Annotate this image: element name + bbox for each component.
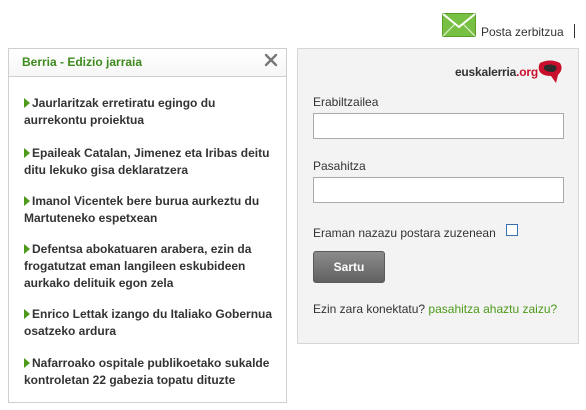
news-item[interactable]: Defentsa abokatuaren arabera, ezin da fr… bbox=[24, 241, 274, 292]
remember-label: Eraman nazazu postara zuzenean bbox=[313, 226, 496, 240]
news-item[interactable]: Jaurlaritzak erretiratu egingo du aurrek… bbox=[24, 95, 274, 129]
news-link[interactable]: Defentsa abokatuaren arabera, ezin da fr… bbox=[24, 242, 251, 290]
top-bar: Posta zerbitzua bbox=[0, 0, 586, 46]
news-title: Berria - Edizio jarraia bbox=[22, 55, 143, 69]
logo-tld: .org bbox=[516, 65, 538, 79]
news-link[interactable]: Jaurlaritzak erretiratu egingo du aurrek… bbox=[24, 96, 215, 127]
separator bbox=[574, 24, 575, 38]
forgot-password-line: Ezin zara konektatu? pasahitza ahaztu za… bbox=[313, 302, 557, 316]
login-panel: euskalerria.org Erabiltzailea Pasahitza … bbox=[297, 48, 579, 344]
logo-name: euskalerria bbox=[454, 65, 517, 79]
forgot-prefix: Ezin zara konektatu? bbox=[313, 302, 426, 316]
forgot-password-link[interactable]: pasahitza ahaztu zaizu? bbox=[428, 302, 557, 316]
arrow-bullet-icon bbox=[24, 196, 30, 206]
news-link[interactable]: Imanol Vicentek bere burua aurkeztu du M… bbox=[24, 194, 259, 225]
news-panel: Berria - Edizio jarraia Jaurlaritzak err… bbox=[8, 48, 287, 403]
map-bubble-icon bbox=[538, 60, 562, 83]
username-label: Erabiltzailea bbox=[313, 95, 379, 109]
sartu-button[interactable]: Sartu bbox=[313, 251, 385, 283]
news-item[interactable]: Nafarroako ospitale publikoetako sukalde… bbox=[24, 355, 274, 389]
news-item[interactable]: Imanol Vicentek bere burua aurkeztu du M… bbox=[24, 193, 274, 227]
envelope-icon[interactable] bbox=[442, 13, 476, 37]
logo-text: euskalerria.org bbox=[455, 65, 538, 79]
news-link[interactable]: Enrico Lettak izango du Italiako Gobernu… bbox=[24, 307, 272, 338]
arrow-bullet-icon bbox=[24, 98, 30, 108]
posta-zerbitzua-link[interactable]: Posta zerbitzua bbox=[481, 25, 564, 39]
news-link[interactable]: Nafarroako ospitale publikoetako sukalde… bbox=[24, 356, 269, 387]
password-input[interactable] bbox=[313, 177, 564, 203]
remember-checkbox[interactable] bbox=[506, 224, 518, 236]
arrow-bullet-icon bbox=[24, 358, 30, 368]
euskalerria-logo[interactable]: euskalerria.org bbox=[454, 59, 564, 85]
news-header: Berria - Edizio jarraia bbox=[9, 49, 286, 77]
news-item[interactable]: Epaileak Catalan, Jimenez eta Iribas dei… bbox=[24, 145, 274, 179]
close-icon[interactable] bbox=[264, 53, 278, 67]
arrow-bullet-icon bbox=[24, 309, 30, 319]
arrow-bullet-icon bbox=[24, 244, 30, 254]
news-link[interactable]: Epaileak Catalan, Jimenez eta Iribas dei… bbox=[24, 146, 269, 177]
username-input[interactable] bbox=[313, 113, 564, 139]
news-item[interactable]: Enrico Lettak izango du Italiako Gobernu… bbox=[24, 306, 274, 340]
arrow-bullet-icon bbox=[24, 148, 30, 158]
password-label: Pasahitza bbox=[313, 159, 366, 173]
